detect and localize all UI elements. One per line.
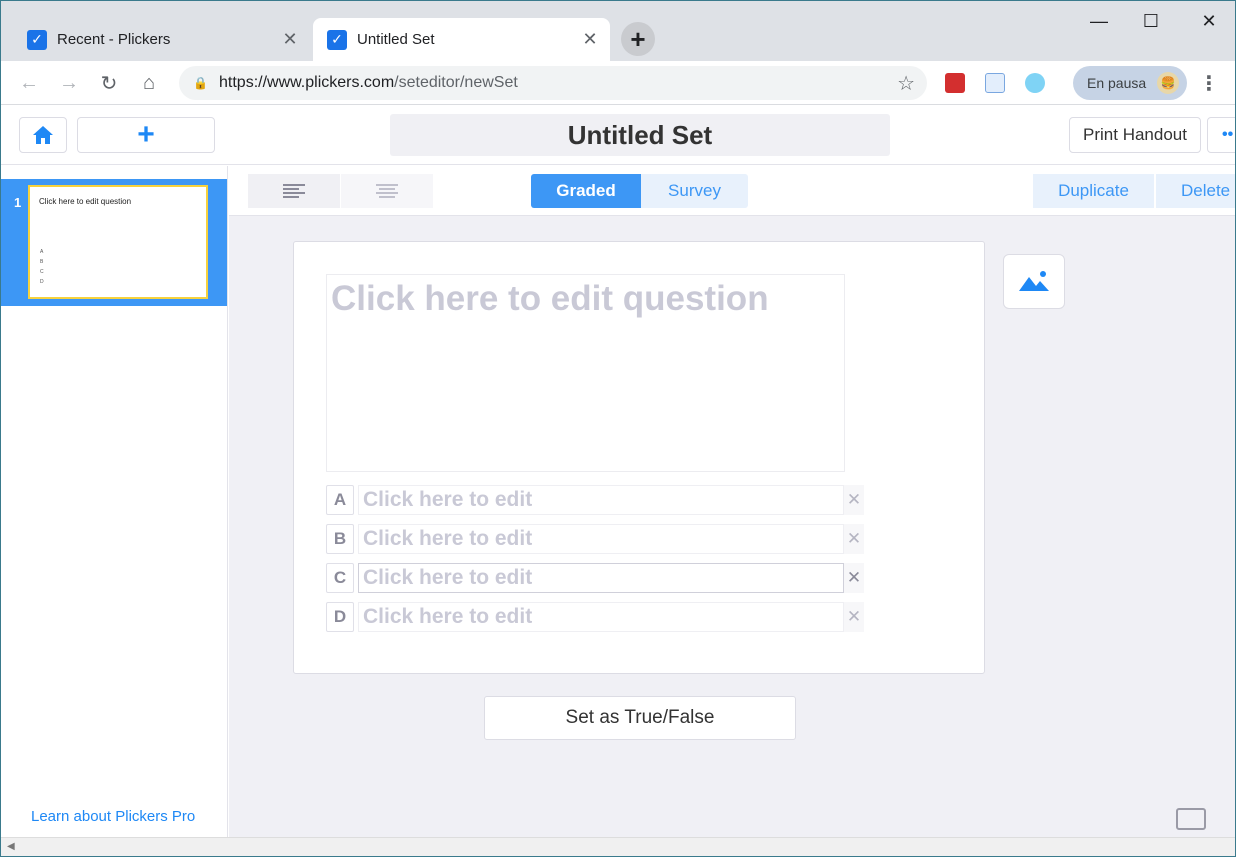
close-window-icon[interactable]: ✕ (1185, 7, 1233, 35)
more-options-button[interactable]: •• (1207, 117, 1235, 153)
thumbnail-choice: A (40, 249, 44, 255)
set-true-false-button[interactable]: Set as True/False (484, 696, 796, 740)
chrome-menu-icon[interactable]: ⋮ (1197, 71, 1221, 95)
answer-input[interactable]: Click here to edit (358, 563, 844, 593)
extension-icon[interactable] (1025, 73, 1045, 93)
keyboard-shortcuts-icon[interactable] (1176, 808, 1206, 830)
remove-answer-icon[interactable]: ✕ (844, 524, 864, 554)
url-text: https://www.plickers.com/seteditor/newSe… (219, 74, 518, 91)
screencast-extension-icon[interactable] (985, 73, 1005, 93)
thumbnail-choice: D (40, 279, 44, 285)
plickers-favicon-icon: ✓ (27, 29, 47, 50)
add-image-button[interactable] (1003, 254, 1065, 309)
survey-toggle[interactable]: Survey (641, 174, 748, 208)
minimize-icon[interactable]: — (1075, 7, 1123, 35)
lock-icon: 🔒 (193, 76, 208, 90)
align-left-icon (283, 184, 305, 198)
set-title-input[interactable]: Untitled Set (390, 114, 890, 156)
new-tab-button[interactable]: + (621, 22, 655, 56)
question-input[interactable]: Click here to edit question (326, 274, 845, 472)
plus-icon: + (137, 118, 155, 151)
forward-arrow-icon[interactable]: → (55, 69, 83, 97)
thumbnail-choice: C (40, 269, 44, 275)
align-left-button[interactable] (248, 174, 340, 208)
app-header: + Untitled Set Print Handout •• (1, 105, 1235, 165)
tab-recent-plickers[interactable]: ✓ Recent - Plickers ✕ (13, 18, 310, 61)
browser-toolbar: ← → ↻ ⌂ 🔒 https://www.plickers.com/seted… (1, 61, 1235, 105)
maximize-icon[interactable]: ☐ (1127, 7, 1175, 35)
tab-untitled-set[interactable]: ✓ Untitled Set ✕ (313, 18, 610, 61)
print-handout-button[interactable]: Print Handout (1069, 117, 1201, 153)
remove-answer-icon[interactable]: ✕ (844, 602, 864, 632)
horizontal-scrollbar[interactable]: ◀ (1, 837, 1235, 856)
answer-letter[interactable]: D (326, 602, 354, 632)
remove-answer-icon[interactable]: ✕ (844, 485, 864, 515)
close-tab-icon[interactable]: ✕ (578, 28, 602, 52)
question-placeholder: Click here to edit question (331, 279, 769, 318)
home-button[interactable] (19, 117, 67, 153)
reload-icon[interactable]: ↻ (95, 69, 123, 97)
delete-button[interactable]: Delete (1156, 174, 1235, 208)
answer-letter[interactable]: C (326, 563, 354, 593)
home-icon[interactable]: ⌂ (135, 69, 163, 97)
graded-toggle[interactable]: Graded (531, 174, 641, 208)
close-tab-icon[interactable]: ✕ (278, 28, 302, 52)
slide-number: 1 (14, 195, 22, 210)
profile-chip[interactable]: En pausa 🍔 (1073, 66, 1187, 100)
home-icon (33, 126, 53, 144)
more-dots-icon: •• (1222, 126, 1234, 143)
slide-toolbar: Graded Survey Duplicate Delete (229, 166, 1235, 216)
duplicate-button[interactable]: Duplicate (1033, 174, 1154, 208)
add-slide-button[interactable]: + (77, 117, 215, 153)
profile-label: En pausa (1087, 75, 1147, 91)
scroll-left-icon[interactable]: ◀ (7, 841, 15, 852)
remove-answer-icon[interactable]: ✕ (844, 563, 864, 593)
slide-list-item[interactable]: 1 Click here to edit question A B C D (1, 179, 227, 306)
answer-input[interactable]: Click here to edit (358, 485, 844, 515)
answer-letter[interactable]: B (326, 524, 354, 554)
bookmark-star-icon[interactable]: ☆ (897, 71, 915, 96)
flipboard-extension-icon[interactable] (945, 73, 965, 93)
thumbnail-choice: B (40, 259, 44, 265)
back-arrow-icon[interactable]: ← (15, 69, 43, 97)
slide-thumbnail[interactable]: Click here to edit question A B C D (28, 185, 208, 299)
image-icon (1019, 270, 1049, 291)
tab-title: Untitled Set (357, 31, 435, 48)
learn-plickers-pro-link[interactable]: Learn about Plickers Pro (31, 808, 195, 825)
align-center-button[interactable] (341, 174, 433, 208)
plickers-favicon-icon: ✓ (327, 29, 347, 50)
question-card: Click here to edit question A Click here… (293, 241, 985, 674)
answer-input[interactable]: Click here to edit (358, 524, 844, 554)
address-bar[interactable]: 🔒 https://www.plickers.com/seteditor/new… (179, 66, 927, 100)
thumbnail-question: Click here to edit question (39, 197, 132, 206)
tab-title: Recent - Plickers (57, 31, 171, 48)
align-center-icon (376, 184, 398, 198)
avatar: 🍔 (1157, 72, 1179, 94)
browser-window: ✓ Recent - Plickers ✕ ✓ Untitled Set ✕ +… (0, 0, 1236, 857)
answer-letter[interactable]: A (326, 485, 354, 515)
slide-sidebar: 1 Click here to edit question A B C D Le… (1, 166, 228, 837)
slide-editor: Click here to edit question A Click here… (229, 216, 1235, 837)
answer-input[interactable]: Click here to edit (358, 602, 844, 632)
tab-strip: ✓ Recent - Plickers ✕ ✓ Untitled Set ✕ +… (1, 1, 1235, 61)
